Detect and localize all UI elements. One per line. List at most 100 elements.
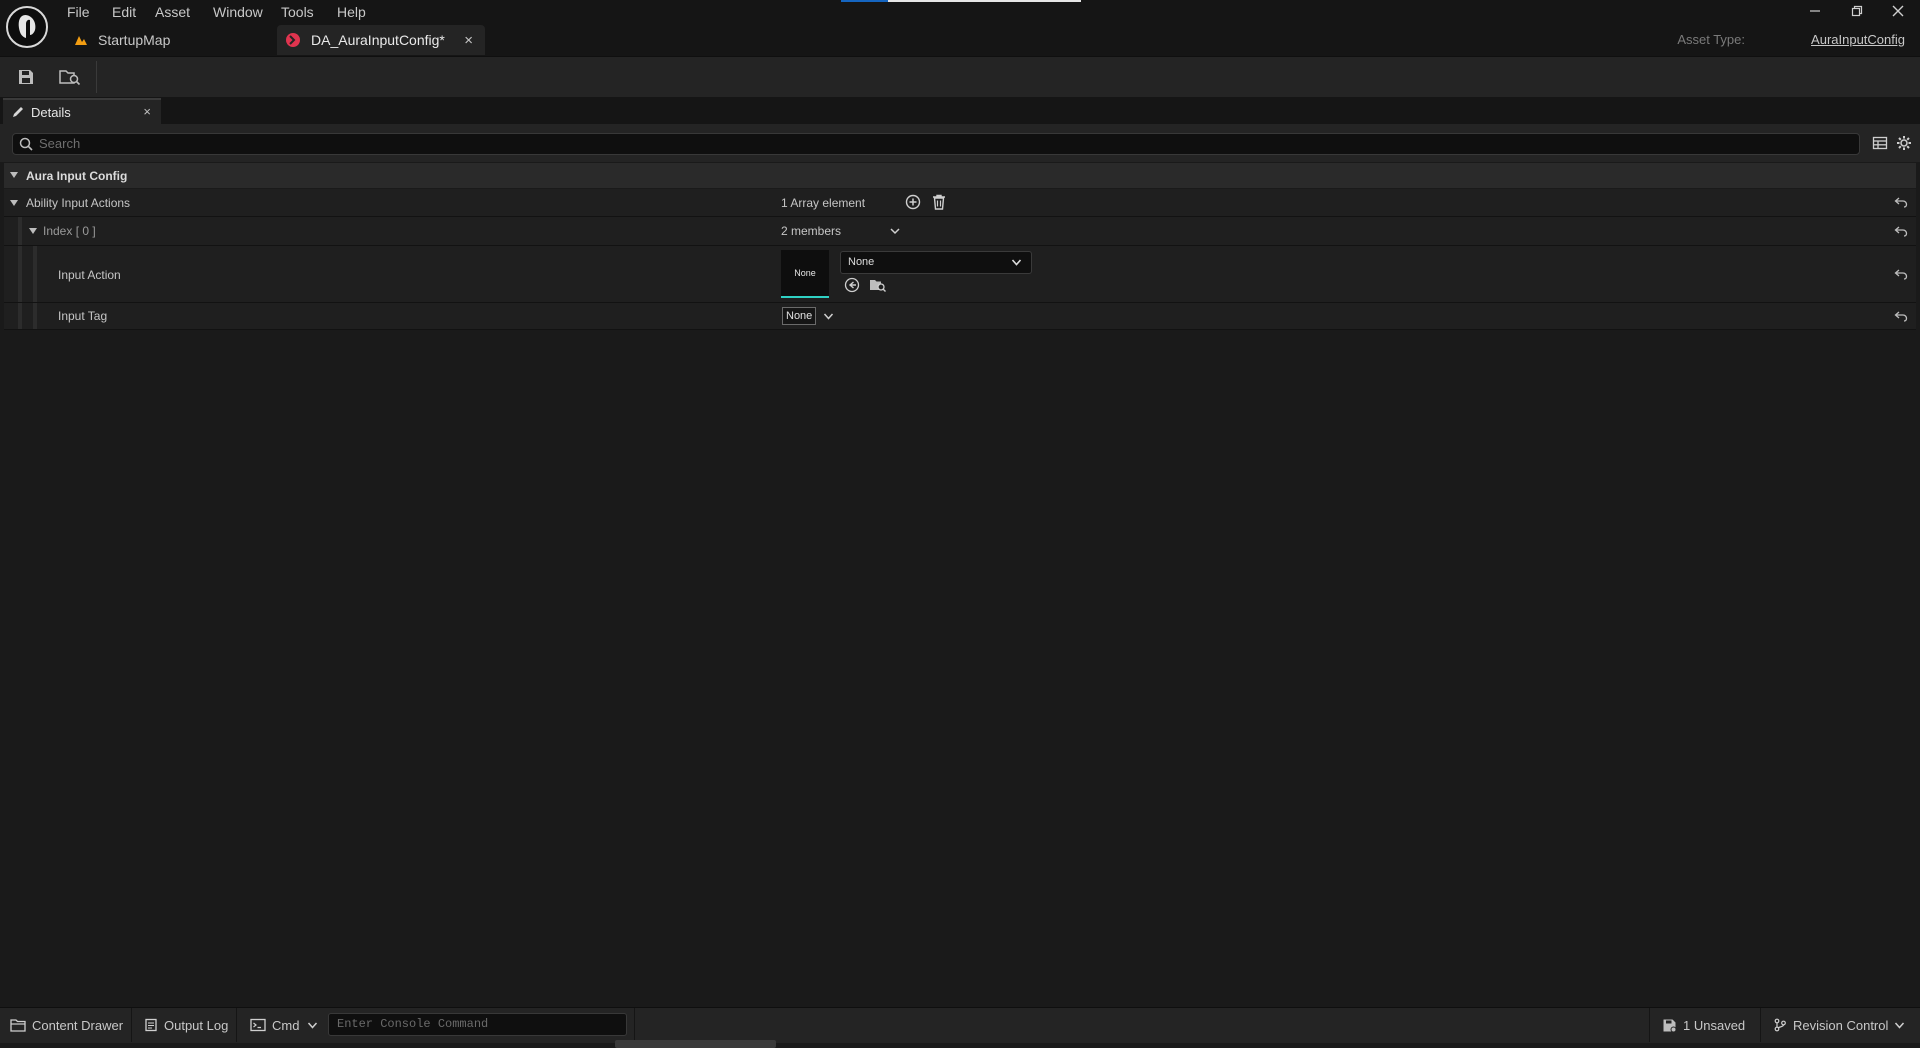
search-box[interactable] <box>12 133 1860 155</box>
progress-bar-track <box>888 0 1081 2</box>
status-divider <box>634 1008 635 1042</box>
chevron-down-icon <box>308 1022 318 1029</box>
output-log-icon <box>145 1018 157 1032</box>
cmd-dropdown[interactable]: Cmd <box>250 1016 318 1034</box>
revision-control-icon <box>1774 1018 1786 1032</box>
expand-arrow-icon[interactable] <box>28 227 38 235</box>
revision-control-button[interactable]: Revision Control <box>1773 1016 1905 1034</box>
tab-startup-map[interactable]: StartupMap <box>66 25 272 55</box>
search-input[interactable] <box>39 135 1839 152</box>
pencil-icon <box>11 105 25 119</box>
status-divider <box>236 1008 237 1042</box>
property-row-input-action: Input Action None None <box>4 246 1916 302</box>
use-selected-icon <box>844 277 860 293</box>
reset-to-default-button[interactable] <box>1894 225 1908 237</box>
content-drawer-button[interactable]: Content Drawer <box>10 1016 123 1034</box>
status-divider <box>131 1008 132 1042</box>
search-icon <box>19 137 33 151</box>
output-log-button[interactable]: Output Log <box>144 1016 228 1034</box>
level-map-icon <box>74 33 88 47</box>
indent-guide <box>18 217 22 245</box>
gameplay-tag-dropdown[interactable] <box>823 312 834 321</box>
unsaved-assets-button[interactable]: 1 Unsaved <box>1662 1016 1745 1034</box>
menu-window[interactable]: Window <box>213 3 263 21</box>
browse-asset-button[interactable] <box>869 277 887 293</box>
chevron-down-icon <box>1895 1022 1905 1029</box>
unsaved-icon <box>1663 1019 1677 1032</box>
close-icon <box>1892 5 1904 17</box>
chevron-down-icon <box>1011 258 1022 267</box>
tab-da-aura-input-config[interactable]: DA_AuraInputConfig* × <box>277 25 485 55</box>
tab-label: StartupMap <box>98 32 171 48</box>
tab-close-button[interactable]: × <box>464 32 473 49</box>
element-options-dropdown[interactable] <box>889 226 901 236</box>
table-view-button[interactable] <box>1872 135 1888 151</box>
asset-type-label: Asset Type: <box>1677 32 1745 47</box>
reset-to-default-button[interactable] <box>1894 268 1908 280</box>
console-icon <box>250 1018 266 1032</box>
console-command-input[interactable] <box>337 1015 617 1033</box>
details-close-button[interactable]: × <box>143 104 151 119</box>
reset-to-default-icon <box>1894 226 1908 237</box>
content-drawer-icon <box>10 1019 26 1032</box>
collapse-arrow-icon <box>9 171 19 179</box>
chevron-down-icon <box>823 313 834 320</box>
category-title: Aura Input Config <box>26 169 128 183</box>
restore-button[interactable] <box>1837 0 1877 22</box>
gameplay-tag-button[interactable]: None <box>782 307 817 325</box>
property-name: Input Action <box>58 268 121 282</box>
row-divider <box>4 329 1916 330</box>
minimize-icon <box>1810 10 1820 12</box>
asset-picker-combo[interactable]: None <box>840 251 1032 274</box>
chevron-down-icon <box>890 228 900 235</box>
array-count: 1 Array element <box>781 196 866 210</box>
add-element-button[interactable] <box>905 194 921 210</box>
settings-button[interactable] <box>1896 135 1912 151</box>
array-index-label: Index [ 0 ] <box>43 224 96 238</box>
reset-to-default-icon <box>1894 197 1908 208</box>
data-asset-icon <box>285 32 301 48</box>
close-window-button[interactable] <box>1878 0 1918 22</box>
use-selected-asset-button[interactable] <box>844 277 860 293</box>
indent-guide <box>33 246 37 302</box>
console-command-box[interactable] <box>328 1013 627 1036</box>
property-name: Ability Input Actions <box>26 196 131 210</box>
browse-to-asset-icon <box>870 280 886 292</box>
save-icon <box>19 70 33 84</box>
unreal-logo-icon[interactable] <box>4 4 50 50</box>
asset-picker-value: None <box>848 256 875 268</box>
revision-control-label: Revision Control <box>1793 1017 1889 1033</box>
browse-to-asset-icon <box>59 70 81 86</box>
reset-to-default-button[interactable] <box>1894 310 1908 322</box>
property-row-input-tag: Input Tag None <box>4 303 1916 329</box>
trash-icon <box>933 194 945 210</box>
details-tab-strip <box>0 97 1920 124</box>
unsaved-count: 1 Unsaved <box>1683 1017 1746 1033</box>
minimize-button[interactable] <box>1795 0 1835 22</box>
horizontal-scrollbar-thumb[interactable] <box>615 1040 776 1048</box>
details-tab[interactable]: Details × <box>3 98 161 124</box>
menu-file[interactable]: File <box>67 3 90 21</box>
output-log-label: Output Log <box>164 1017 229 1033</box>
category-header[interactable]: Aura Input Config <box>4 163 1916 188</box>
details-title: Details <box>31 104 71 120</box>
reset-to-default-icon <box>1894 311 1908 322</box>
cmd-label: Cmd <box>272 1017 300 1033</box>
indent-guide <box>18 303 22 329</box>
menu-asset[interactable]: Asset <box>155 3 190 21</box>
menu-tools[interactable]: Tools <box>281 3 314 21</box>
reset-to-default-button[interactable] <box>1894 196 1908 208</box>
asset-type-link[interactable]: AuraInputConfig <box>1811 32 1905 47</box>
add-element-icon <box>905 194 921 210</box>
reset-to-default-icon <box>1894 269 1908 280</box>
restore-icon <box>1851 5 1863 17</box>
save-button[interactable] <box>14 66 38 88</box>
clear-array-button[interactable] <box>932 194 946 210</box>
menu-help[interactable]: Help <box>337 3 366 21</box>
expand-arrow-icon[interactable] <box>9 199 19 207</box>
browse-to-asset-button[interactable] <box>58 66 82 88</box>
indent-guide <box>33 303 37 329</box>
asset-thumbnail[interactable]: None <box>781 250 829 298</box>
menu-edit[interactable]: Edit <box>112 3 136 21</box>
asset-toolbar <box>0 56 1920 98</box>
